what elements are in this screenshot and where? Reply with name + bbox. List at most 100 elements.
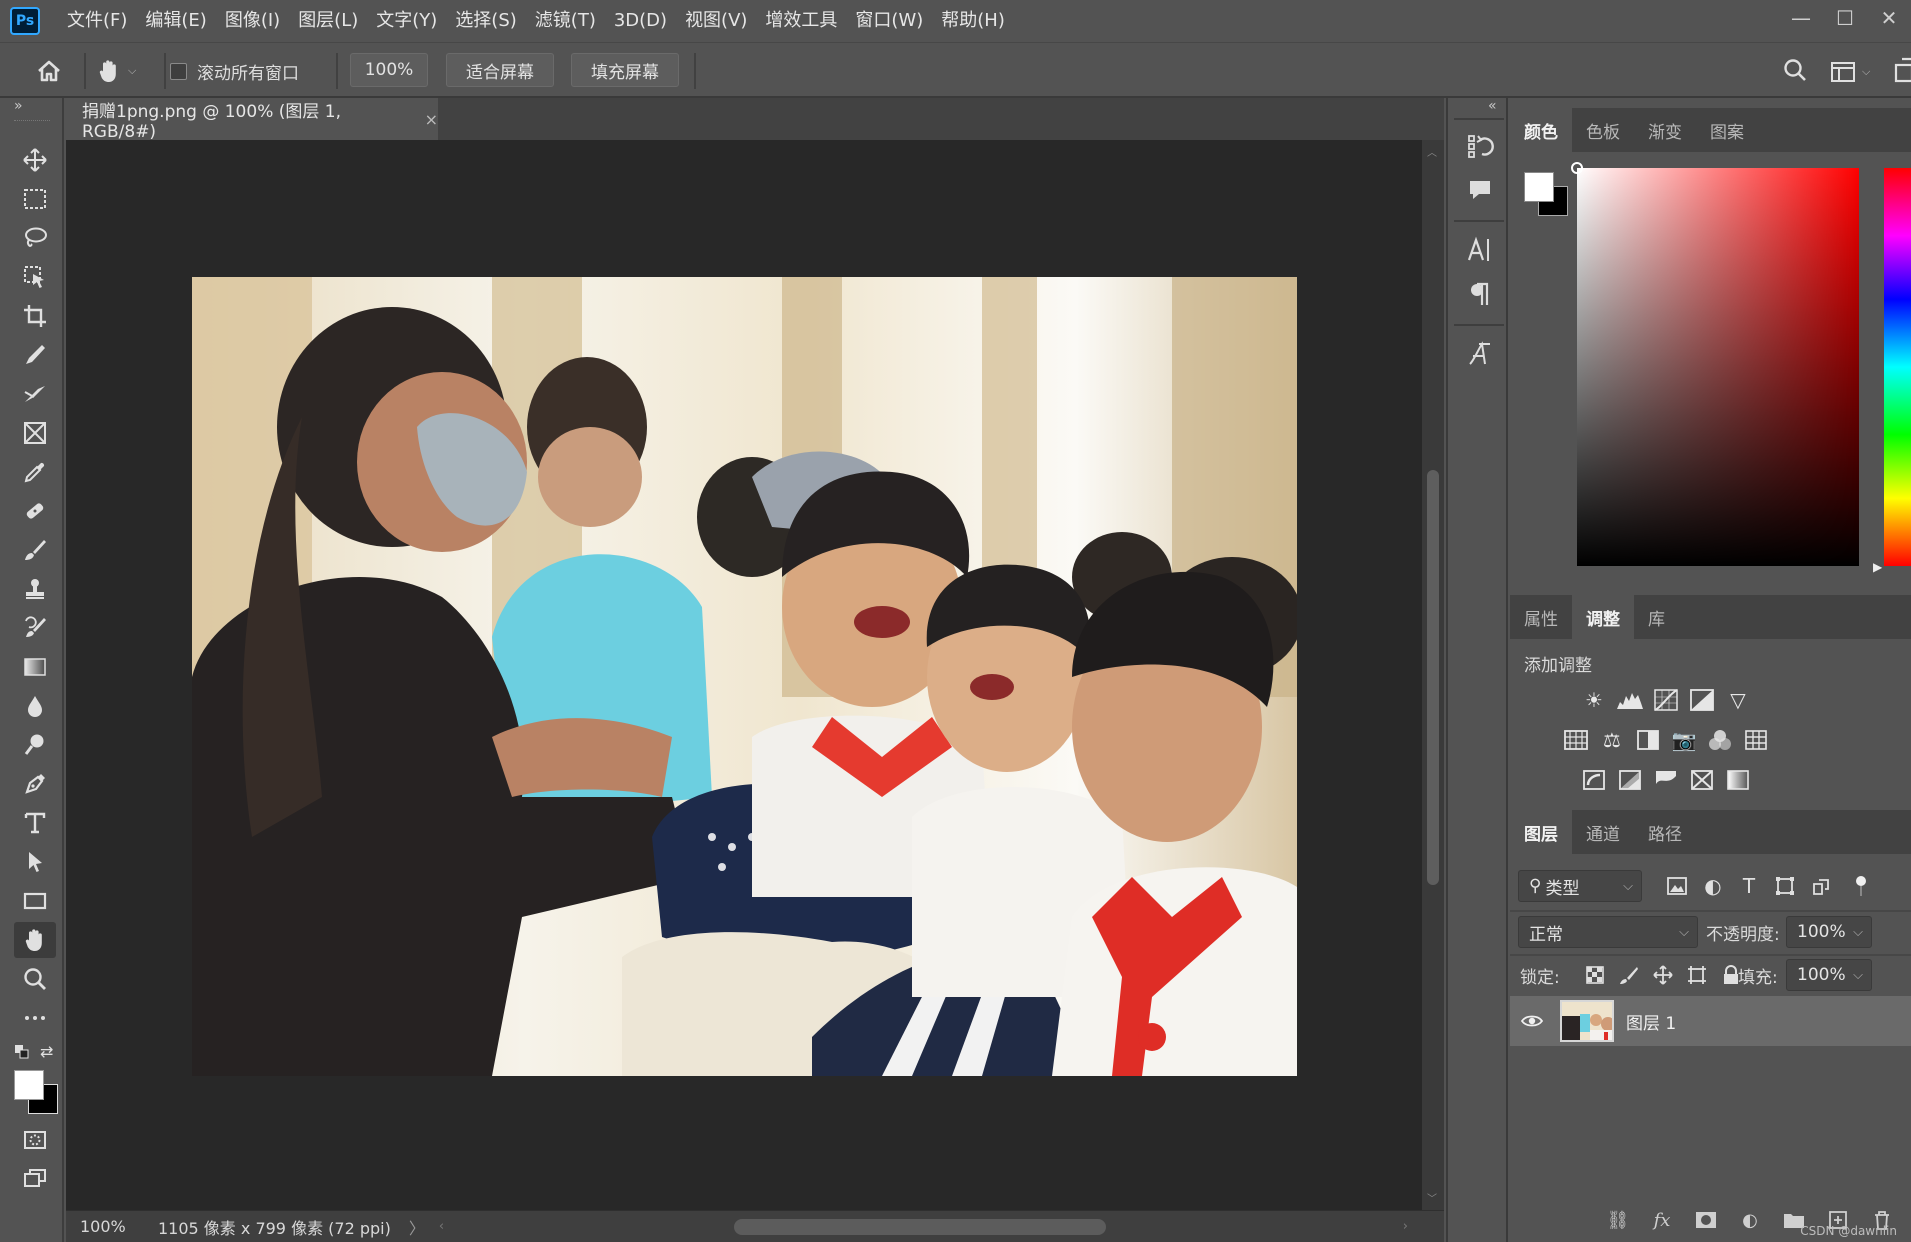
document-tab[interactable]: 捐赠1png.png @ 100% (图层 1, RGB/8#) × (66, 98, 438, 142)
menu-edit[interactable]: 编辑(E) (136, 0, 215, 42)
tab-patterns[interactable]: 图案 (1696, 108, 1758, 152)
blur-tool[interactable] (14, 688, 56, 724)
tab-swatches[interactable]: 色板 (1572, 108, 1634, 152)
workspace-switcher[interactable]: ⌵ (1830, 57, 1876, 87)
collapse-panel-icon[interactable]: « (1488, 98, 1497, 114)
levels-icon[interactable] (1615, 686, 1645, 714)
menu-help[interactable]: 帮助(H) (932, 0, 1014, 42)
vertical-scrollbar[interactable]: ︿ ﹀ (1422, 140, 1444, 1210)
threshold-icon[interactable] (1651, 766, 1681, 794)
scroll-all-checkbox[interactable] (170, 62, 187, 80)
layer-row[interactable]: 图层 1 (1510, 996, 1911, 1046)
new-adjustment-layer-icon[interactable]: ◐ (1737, 1207, 1763, 1233)
move-tool[interactable] (14, 142, 56, 178)
fill-input[interactable]: 100% ⌵ (1786, 959, 1872, 991)
screen-mode-button[interactable] (14, 1160, 56, 1196)
layer-effects-icon[interactable]: fx (1649, 1207, 1675, 1233)
menu-3d[interactable]: 3D(D) (605, 0, 676, 42)
document-image[interactable] (192, 277, 1297, 1076)
glyphs-panel-button[interactable] (1462, 336, 1498, 372)
scroll-right-icon[interactable]: › (1403, 1219, 1408, 1234)
photo-filter-icon[interactable]: 📷 (1669, 726, 1699, 754)
lasso-tool[interactable] (14, 220, 56, 256)
swap-colors-icon[interactable]: ⇄ (40, 1042, 53, 1061)
tab-channels[interactable]: 通道 (1572, 810, 1634, 854)
character-panel-button[interactable] (1462, 232, 1498, 268)
opacity-input[interactable]: 100% ⌵ (1786, 916, 1872, 948)
dodge-tool[interactable] (14, 727, 56, 763)
color-lookup-icon[interactable] (1741, 726, 1771, 754)
scroll-left-icon[interactable]: ‹ (439, 1219, 444, 1234)
hue-slider-handle[interactable]: ▶ (1873, 560, 1882, 574)
share-button[interactable] (1892, 57, 1911, 87)
filter-adjustment-layers-icon[interactable]: ◐ (1698, 871, 1728, 901)
hue-saturation-icon[interactable] (1561, 726, 1591, 754)
eyedropper-tool-top[interactable] (14, 337, 56, 373)
crop-tool[interactable] (14, 298, 56, 334)
foreground-color-swatch[interactable] (14, 1070, 44, 1100)
tab-layers[interactable]: 图层 (1510, 810, 1572, 854)
layer-name[interactable]: 图层 1 (1626, 1009, 1676, 1034)
scroll-down-icon[interactable]: ﹀ (1427, 1190, 1437, 1205)
marquee-tool[interactable] (14, 181, 56, 217)
filter-type-layers-icon[interactable]: T (1734, 871, 1764, 901)
exposure-icon[interactable] (1687, 686, 1717, 714)
paragraph-panel-button[interactable] (1462, 276, 1498, 312)
hand-tool-preset[interactable]: ⌵ (96, 55, 156, 87)
clone-stamp-tool[interactable] (14, 571, 56, 607)
close-icon[interactable]: × (425, 110, 438, 129)
tab-adjustments[interactable]: 调整 (1572, 595, 1634, 639)
horizontal-scroll-thumb[interactable] (734, 1219, 1106, 1235)
color-picker-cursor[interactable] (1571, 162, 1583, 174)
quick-mask-button[interactable] (14, 1122, 56, 1158)
tab-properties[interactable]: 属性 (1510, 595, 1572, 639)
minimize-button[interactable]: — (1779, 0, 1823, 36)
zoom-value-button[interactable]: 100% (350, 53, 428, 87)
gradient-map-icon[interactable] (1723, 766, 1753, 794)
expand-panel-icon[interactable]: » (14, 98, 23, 114)
healing-brush-tool[interactable] (14, 493, 56, 529)
comments-panel-button[interactable] (1462, 172, 1498, 208)
menu-type[interactable]: 文字(Y) (367, 0, 446, 42)
type-tool[interactable] (14, 805, 56, 841)
lock-position-icon[interactable] (1648, 960, 1678, 990)
search-button[interactable] (1782, 57, 1812, 87)
close-window-button[interactable]: ✕ (1867, 0, 1911, 36)
panel-foreground-swatch[interactable] (1524, 172, 1554, 202)
color-saturation-field[interactable] (1571, 162, 1859, 566)
slice-tool[interactable] (14, 376, 56, 412)
menu-file[interactable]: 文件(F) (58, 0, 136, 42)
menu-window[interactable]: 窗口(W) (846, 0, 932, 42)
filter-shape-layers-icon[interactable] (1770, 871, 1800, 901)
gradient-tool[interactable] (14, 649, 56, 685)
fit-screen-button[interactable]: 适合屏幕 (446, 53, 554, 87)
lock-artboard-icon[interactable] (1682, 960, 1712, 990)
history-brush-tool[interactable] (14, 610, 56, 646)
add-mask-icon[interactable] (1693, 1207, 1719, 1233)
default-colors-icon[interactable] (14, 1044, 30, 1064)
tab-color[interactable]: 颜色 (1510, 108, 1572, 152)
hue-slider[interactable] (1884, 168, 1911, 566)
object-selection-tool[interactable] (14, 259, 56, 295)
scroll-up-icon[interactable]: ︿ (1427, 144, 1437, 159)
menu-plugins[interactable]: 增效工具 (756, 0, 846, 42)
menu-view[interactable]: 视图(V) (676, 0, 756, 42)
invert-icon[interactable] (1579, 766, 1609, 794)
filter-toggle-icon[interactable] (1846, 871, 1876, 901)
layer-filter-dropdown[interactable]: ⚲ 类型 ⌵ (1518, 870, 1642, 902)
hand-tool[interactable] (14, 922, 56, 958)
path-selection-tool[interactable] (14, 844, 56, 880)
status-menu-arrow[interactable]: 〉 (409, 1215, 425, 1239)
scroll-all-windows[interactable]: 滚动所有窗口 (170, 57, 299, 85)
tab-paths[interactable]: 路径 (1634, 810, 1696, 854)
color-balance-icon[interactable]: ⚖ (1597, 726, 1627, 754)
tab-libraries[interactable]: 库 (1634, 595, 1679, 639)
frame-tool[interactable] (14, 415, 56, 451)
zoom-tool[interactable] (14, 961, 56, 997)
vibrance-icon[interactable]: ▽ (1723, 686, 1753, 714)
more-tools[interactable] (14, 1000, 56, 1036)
pen-tool[interactable] (14, 766, 56, 802)
channel-mixer-icon[interactable] (1705, 726, 1735, 754)
maximize-button[interactable]: ☐ (1823, 0, 1867, 36)
fill-screen-button[interactable]: 填充屏幕 (571, 53, 679, 87)
